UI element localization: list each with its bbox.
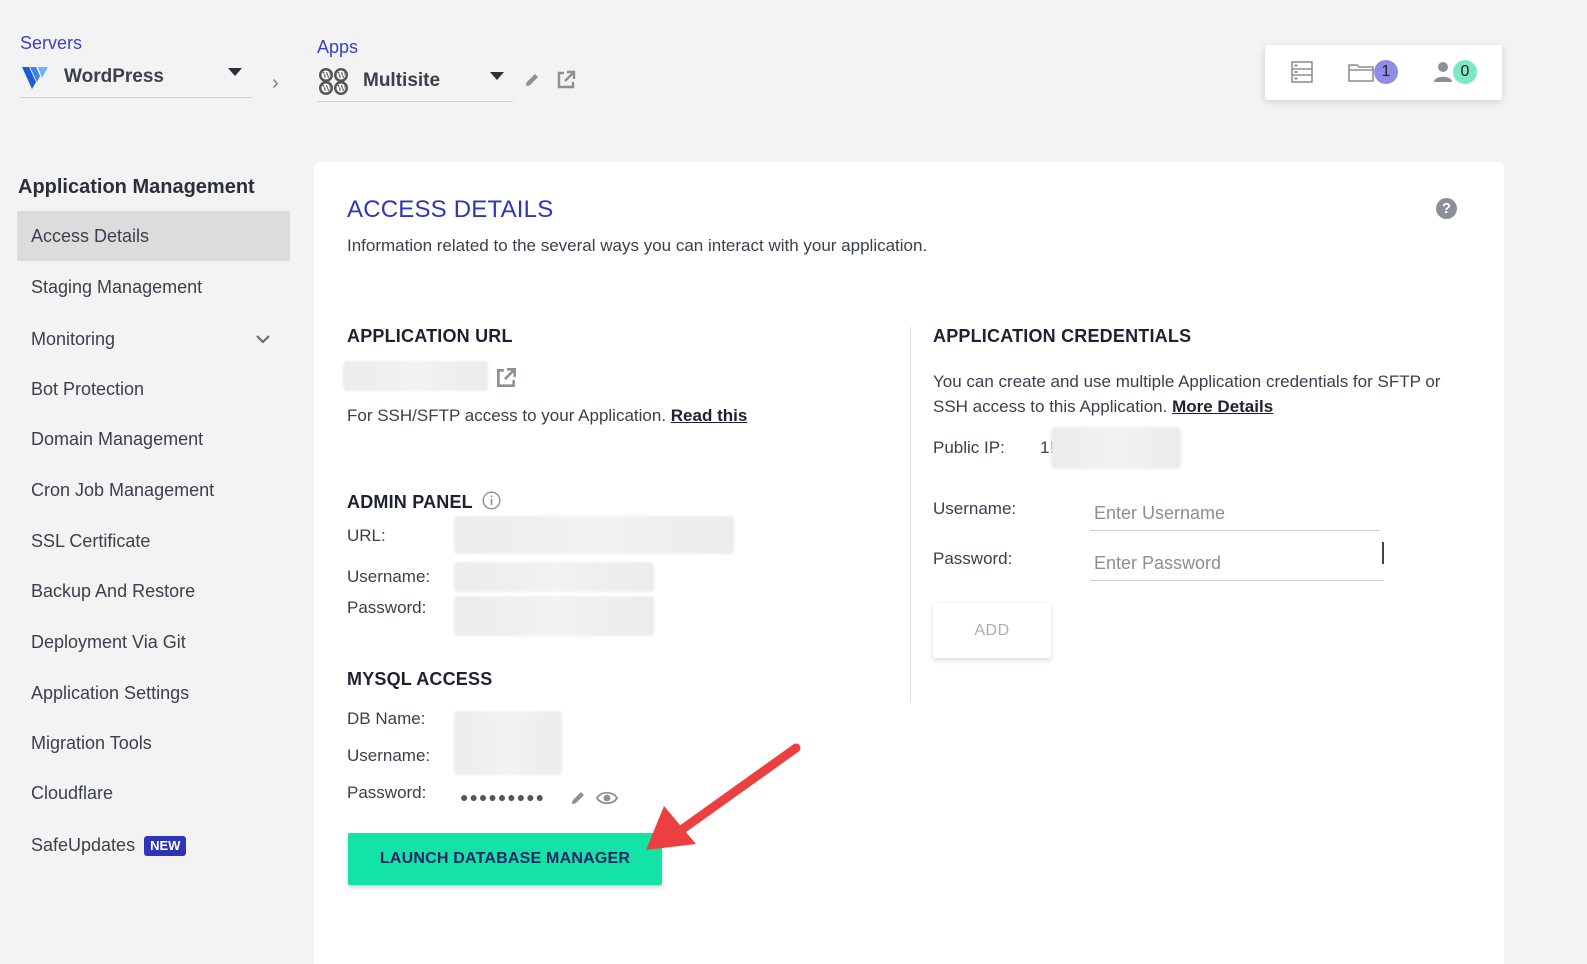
application-url-value[interactable]: [343, 361, 488, 391]
sidebar-item-label: Application Settings: [31, 683, 190, 703]
app-breadcrumb: Apps W W W W Multisite: [317, 37, 513, 102]
cred-password-input[interactable]: Enter Password: [1090, 545, 1384, 581]
eye-icon[interactable]: [596, 790, 618, 806]
public-ip-blur: [1051, 427, 1181, 469]
svg-text:W: W: [323, 71, 332, 80]
app-name: Multisite: [363, 69, 441, 91]
page-subtitle: Information related to the several ways …: [347, 236, 928, 255]
cred-username-input[interactable]: Enter Username: [1090, 495, 1380, 531]
pencil-icon[interactable]: [523, 71, 541, 89]
public-ip-label: Public IP:: [933, 438, 1005, 457]
access-details-panel: ACCESS DETAILS Information related to th…: [314, 162, 1504, 964]
sidebar-title: Application Management: [18, 176, 255, 198]
chevron-right-icon: ›: [272, 72, 279, 94]
vultr-logo-icon: [20, 64, 50, 90]
server-breadcrumb: Servers WordPress: [20, 33, 252, 98]
ssh-access-text: For SSH/SFTP access to your Application.…: [347, 406, 747, 426]
admin-url-value[interactable]: [454, 516, 734, 554]
db-password-mask: ●●●●●●●●●: [460, 789, 546, 805]
external-link-icon[interactable]: [555, 69, 577, 91]
add-credentials-button[interactable]: ADD: [933, 603, 1051, 658]
column-divider: [910, 327, 911, 702]
sidebar-item-ssl-certificate[interactable]: SSL Certificate: [17, 516, 290, 566]
db-username-label: Username:: [347, 746, 431, 765]
sidebar-item-bot-protection[interactable]: Bot Protection: [17, 364, 290, 414]
external-link-icon[interactable]: [494, 366, 518, 390]
db-password-label: Password:: [347, 783, 427, 802]
admin-panel-heading: ADMIN PANEL: [347, 491, 501, 513]
sidebar-item-label: SafeUpdates: [31, 835, 136, 855]
read-this-link[interactable]: Read this: [671, 406, 748, 425]
sidebar-item-label: SSL Certificate: [31, 531, 151, 551]
admin-password-label: Password:: [347, 598, 427, 617]
text-cursor: [1382, 542, 1384, 564]
ssh-access-label: For SSH/SFTP access to your Application.: [347, 406, 667, 425]
launch-database-manager-button[interactable]: LAUNCH DATABASE MANAGER: [348, 833, 662, 885]
user-icon[interactable]: [1433, 61, 1453, 83]
mysql-access-heading: MYSQL ACCESS: [347, 669, 493, 689]
application-url-heading: APPLICATION URL: [347, 326, 513, 346]
apps-label[interactable]: Apps: [317, 37, 513, 58]
sidebar-item-staging-management[interactable]: Staging Management: [17, 262, 290, 312]
application-credentials-heading: APPLICATION CREDENTIALS: [933, 326, 1192, 346]
folder-count-badge: 1: [1374, 60, 1398, 84]
server-list-icon[interactable]: [1291, 61, 1313, 83]
info-icon[interactable]: [482, 491, 501, 510]
sidebar-item-label: Backup And Restore: [31, 581, 196, 601]
svg-text:W: W: [323, 84, 332, 93]
new-badge: NEW: [144, 836, 187, 857]
sidebar-item-domain-management[interactable]: Domain Management: [17, 414, 290, 464]
sidebar-item-label: Domain Management: [31, 429, 204, 449]
chevron-down-icon[interactable]: [228, 68, 242, 76]
sidebar-item-backup-and-restore[interactable]: Backup And Restore: [17, 566, 290, 616]
users-count-badge: 0: [1453, 60, 1477, 84]
pencil-icon[interactable]: [569, 789, 587, 807]
sidebar-item-label: Access Details: [31, 226, 150, 246]
sidebar-item-label: Staging Management: [31, 277, 203, 297]
sidebar-item-access-details[interactable]: Access Details: [17, 211, 290, 261]
sidebar-item-label: Migration Tools: [31, 733, 152, 753]
server-selector[interactable]: WordPress: [20, 56, 252, 98]
server-name: WordPress: [64, 65, 164, 87]
db-name-label: DB Name:: [347, 709, 426, 728]
admin-panel-heading-text: ADMIN PANEL: [347, 492, 473, 512]
sidebar-item-migration-tools[interactable]: Migration Tools: [17, 718, 290, 768]
sidebar-item-safeupdates[interactable]: SafeUpdates NEW: [17, 820, 290, 870]
admin-password-value[interactable]: [454, 596, 654, 636]
servers-label[interactable]: Servers: [20, 33, 252, 54]
credentials-description: You can create and use multiple Applicat…: [933, 369, 1473, 419]
sidebar-item-label: Deployment Via Git: [31, 632, 186, 652]
sidebar-item-label: Monitoring: [31, 329, 116, 349]
page-title: ACCESS DETAILS: [347, 196, 554, 223]
sidebar-item-label: Bot Protection: [31, 379, 145, 399]
cred-password-label: Password:: [933, 549, 1013, 568]
chevron-down-icon[interactable]: [490, 72, 504, 80]
admin-username-value[interactable]: [454, 562, 654, 592]
sidebar-item-application-settings[interactable]: Application Settings: [17, 668, 290, 718]
admin-url-label: URL:: [347, 526, 386, 545]
svg-text:W: W: [338, 84, 347, 93]
svg-text:W: W: [338, 71, 347, 80]
admin-username-label: Username:: [347, 567, 431, 586]
wordpress-multisite-icon: W W W W: [317, 66, 351, 96]
app-selector[interactable]: W W W W Multisite: [317, 60, 513, 102]
sidebar-item-monitoring[interactable]: Monitoring: [17, 314, 290, 364]
top-icons-bar: 1 0: [1265, 45, 1502, 100]
db-credentials-value[interactable]: [454, 711, 562, 775]
more-details-link[interactable]: More Details: [1172, 397, 1273, 416]
sidebar-item-label: Cloudflare: [31, 783, 114, 803]
sidebar-item-deployment-via-git[interactable]: Deployment Via Git: [17, 617, 290, 667]
red-arrow-annotation: [640, 740, 810, 860]
help-icon[interactable]: ?: [1436, 198, 1457, 219]
chevron-down-icon[interactable]: [255, 334, 271, 344]
folder-icon[interactable]: [1348, 62, 1374, 82]
sidebar-item-label: Cron Job Management: [31, 480, 215, 500]
cred-username-label: Username:: [933, 499, 1017, 518]
sidebar-item-cron-job-management[interactable]: Cron Job Management: [17, 465, 290, 515]
sidebar-item-cloudflare[interactable]: Cloudflare: [17, 768, 290, 818]
